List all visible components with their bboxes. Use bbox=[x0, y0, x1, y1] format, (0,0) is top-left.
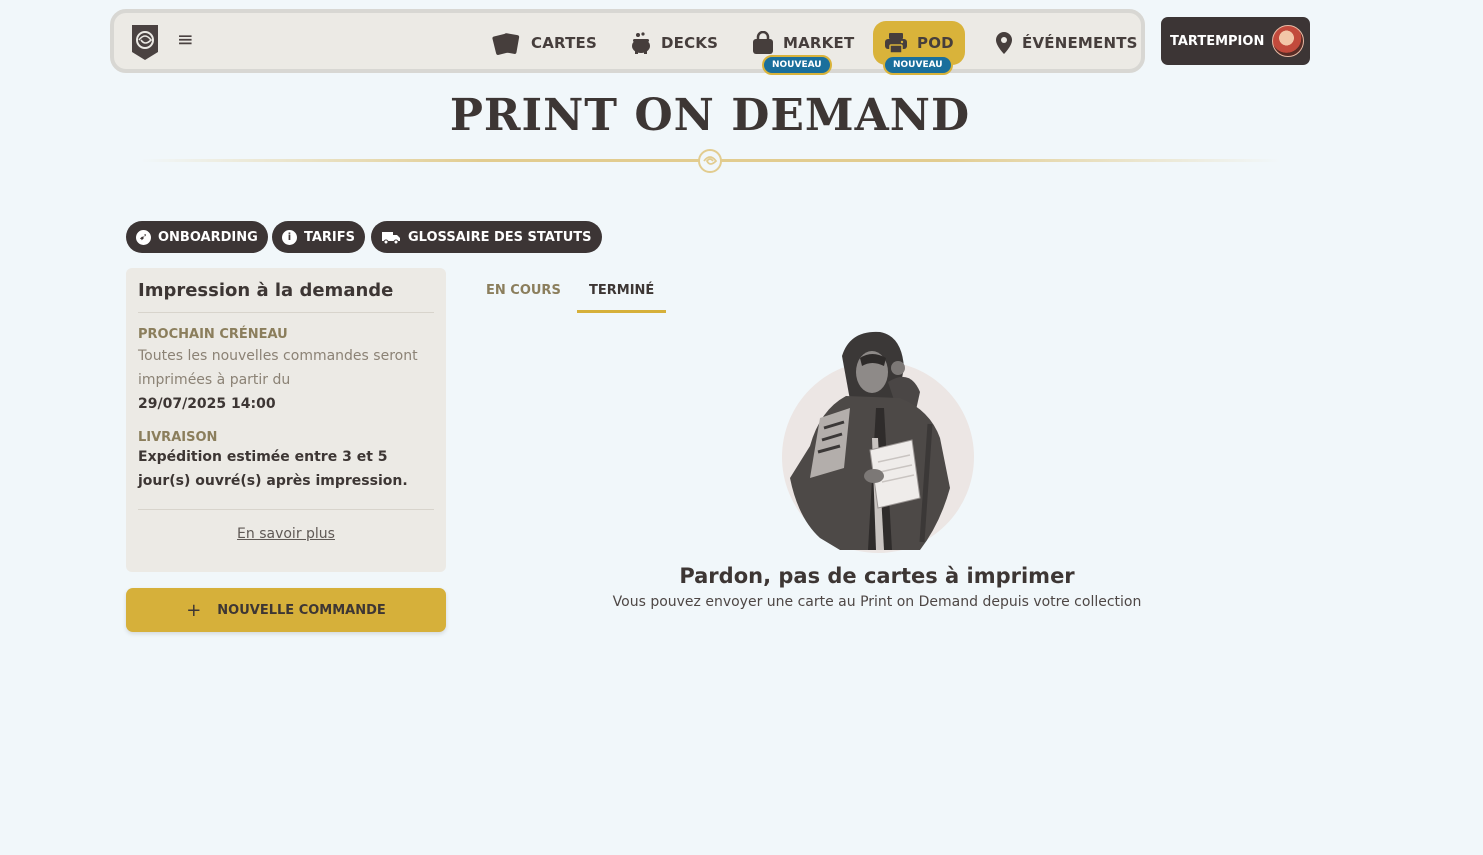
plus-icon: + bbox=[186, 599, 202, 621]
user-menu-button[interactable]: TARTEMPION bbox=[1161, 17, 1310, 65]
delivery-text: Expédition estimée entre 3 et 5 jour(s) … bbox=[138, 449, 408, 489]
pill-label: GLOSSAIRE DES STATUTS bbox=[408, 229, 592, 245]
compass-icon: ➹ bbox=[136, 229, 151, 245]
menu-icon[interactable]: ≡ bbox=[177, 28, 194, 50]
info-icon: i bbox=[282, 229, 297, 245]
pod-info-card: Impression à la demande PROCHAIN CRÉNEAU… bbox=[126, 268, 446, 572]
new-order-button[interactable]: + NOUVELLE COMMANDE bbox=[126, 588, 446, 632]
pill-label: TARIFS bbox=[304, 229, 356, 245]
page-title: PRINT ON DEMAND bbox=[449, 90, 971, 141]
altered-logo-icon[interactable] bbox=[130, 22, 160, 62]
nav-item-label: ÉVÉNEMENTS bbox=[1022, 34, 1138, 52]
nav-item-label: DECKS bbox=[661, 34, 719, 52]
pod-new-badge: NOUVEAU bbox=[883, 55, 953, 75]
tarifs-button[interactable]: i TARIFS bbox=[272, 221, 366, 253]
next-slot-label: PROCHAIN CRÉNEAU bbox=[138, 327, 288, 342]
nav-item-label: POD bbox=[917, 34, 954, 52]
shopping-bag-icon bbox=[753, 31, 773, 54]
nav-item-cartes[interactable]: CARTES bbox=[481, 21, 608, 65]
tab-termine[interactable]: TERMINÉ bbox=[577, 283, 667, 313]
avatar bbox=[1272, 25, 1305, 57]
top-navbar: ≡ CARTES DECKS MARKET POD ÉVÉNEMENTS NOU… bbox=[110, 9, 1145, 75]
card-divider bbox=[138, 509, 434, 510]
next-slot-date: 29/07/2025 14:00 bbox=[138, 396, 276, 412]
onboarding-button[interactable]: ➹ ONBOARDING bbox=[126, 221, 268, 253]
delivery-label: LIVRAISON bbox=[138, 430, 218, 445]
hooded-character-illustration bbox=[790, 331, 950, 550]
nav-item-evenements[interactable]: ÉVÉNEMENTS bbox=[984, 21, 1149, 65]
username: TARTEMPION bbox=[1170, 33, 1265, 49]
card-title: Impression à la demande bbox=[138, 280, 434, 313]
printer-icon bbox=[885, 33, 907, 54]
market-new-badge: NOUVEAU bbox=[762, 55, 832, 75]
nav-item-label: MARKET bbox=[783, 34, 855, 52]
nav-item-decks[interactable]: DECKS bbox=[619, 21, 729, 65]
new-order-label: NOUVELLE COMMANDE bbox=[217, 602, 386, 618]
next-slot-text: Toutes les nouvelles commandes seront im… bbox=[138, 348, 418, 388]
learn-more-link[interactable]: En savoir plus bbox=[138, 526, 434, 542]
cards-icon bbox=[492, 33, 520, 55]
empty-state-subtitle: Vous pouvez envoyer une carte au Print o… bbox=[612, 594, 1142, 610]
swirl-emblem-icon bbox=[698, 149, 722, 173]
status-glossary-button[interactable]: GLOSSAIRE DES STATUTS bbox=[371, 221, 602, 253]
pill-label: ONBOARDING bbox=[158, 229, 258, 245]
truck-icon bbox=[382, 232, 400, 245]
nav-item-label: CARTES bbox=[531, 34, 597, 52]
empty-state-title: Pardon, pas de cartes à imprimer bbox=[679, 564, 1075, 588]
tab-en-cours[interactable]: EN COURS bbox=[474, 283, 573, 313]
cauldron-icon bbox=[632, 32, 650, 54]
map-pin-icon bbox=[996, 32, 1012, 54]
